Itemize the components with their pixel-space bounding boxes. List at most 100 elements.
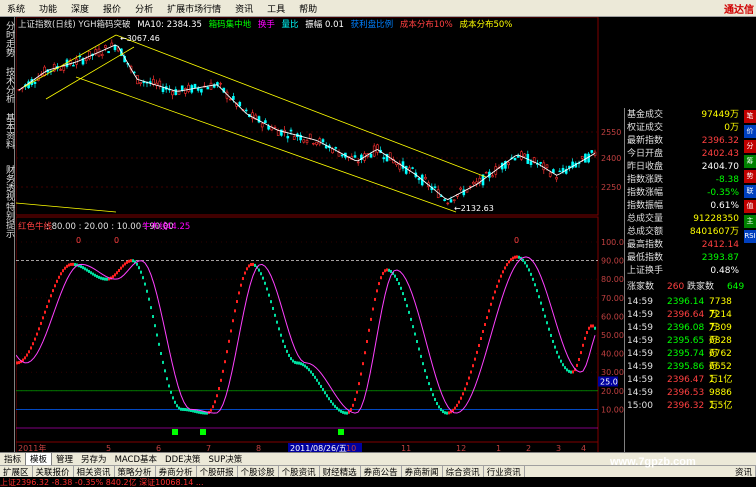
oscillator-bar xyxy=(564,366,566,370)
nav-tab-3[interactable]: 策略分析 xyxy=(115,465,156,478)
candle-body xyxy=(100,54,104,57)
watermark: www.7gpzb.com xyxy=(610,456,696,468)
indicator-axis-label: 30.00 xyxy=(601,368,624,377)
chart-area[interactable]: 2550 2400 2250 ←3067.46 ←2132.63 红色牛线: 80.00 … xyxy=(15,16,624,467)
oscillator-bar xyxy=(176,404,178,408)
legend-profit-ratio: 获利盘比例 xyxy=(350,20,394,30)
oscillator-bar xyxy=(490,302,492,306)
oscillator-bar xyxy=(302,363,304,367)
indicator-tab-3[interactable]: 另存为 xyxy=(77,453,111,465)
indicator-axis-label: 60.00 xyxy=(601,312,624,321)
oscillator-bar xyxy=(416,340,418,344)
oscillator-bar xyxy=(372,307,374,311)
menu-item-7[interactable]: 工具 xyxy=(260,2,292,15)
left-tab-2[interactable]: 基本资料 xyxy=(1,113,14,149)
indicator-tab-4[interactable]: MACD基本 xyxy=(111,453,161,465)
indicator-tab-2[interactable]: 管理 xyxy=(52,453,77,465)
side-badge-7[interactable]: 主 xyxy=(744,215,756,228)
legend-turnover: 换手 xyxy=(257,20,275,30)
oscillator-bar xyxy=(546,321,548,325)
nav-tab-7[interactable]: 个股资讯 xyxy=(279,465,320,478)
quote-label: 权证成交 xyxy=(627,123,664,133)
menu-item-5[interactable]: 扩展市场行情 xyxy=(160,2,228,15)
oscillator-bar xyxy=(248,264,250,268)
nav-tab-1[interactable]: 关联报价 xyxy=(33,465,74,478)
oscillator-bar xyxy=(146,289,148,293)
side-badge-6[interactable]: 值 xyxy=(744,200,756,213)
oscillator-bar xyxy=(398,282,400,286)
indicator-tab-1[interactable]: 模板 xyxy=(25,452,53,466)
menu-item-6[interactable]: 资讯 xyxy=(228,2,260,15)
side-badge-3[interactable]: 筹 xyxy=(744,155,756,168)
left-tab-1[interactable]: 技术分析 xyxy=(1,67,14,103)
tick-cell: 14:59 xyxy=(627,336,653,346)
menu-item-3[interactable]: 报价 xyxy=(96,2,128,15)
oscillator-bar xyxy=(506,263,508,267)
oscillator-bar xyxy=(514,255,516,259)
oscillator-bar xyxy=(88,269,90,273)
oscillator-bar xyxy=(152,314,154,318)
oscillator-bar xyxy=(482,329,484,333)
oscillator-bar xyxy=(178,406,180,410)
menu-item-0[interactable]: 系统 xyxy=(0,2,32,15)
nav-tab-12[interactable]: 行业资讯 xyxy=(484,465,525,478)
oscillator-bar xyxy=(48,299,50,303)
left-tab-0[interactable]: 分时走势 xyxy=(1,21,14,57)
oscillator-bar xyxy=(334,404,336,408)
oscillator-bar xyxy=(552,339,554,343)
oscillator-bar xyxy=(142,276,144,280)
menu-item-8[interactable]: 帮助 xyxy=(292,2,324,15)
tick-cell: 14:59 xyxy=(627,297,653,307)
oscillator-bar xyxy=(18,361,20,365)
oscillator-bar xyxy=(82,266,84,270)
nav-tab-9[interactable]: 券商公告 xyxy=(361,465,402,478)
menu-item-2[interactable]: 深度 xyxy=(64,2,96,15)
tick-cell: 2395.74 xyxy=(667,349,705,359)
oscillator-bar xyxy=(70,262,72,266)
left-tab-3[interactable]: 财务透视 xyxy=(1,165,14,201)
candle-body xyxy=(289,129,293,132)
oscillator-bar xyxy=(60,272,62,276)
nav-tab-4[interactable]: 券商分析 xyxy=(156,465,197,478)
nav-tab-10[interactable]: 券商新闻 xyxy=(402,465,443,478)
oscillator-bar xyxy=(30,346,32,350)
candle-body xyxy=(33,81,37,84)
oscillator-bar xyxy=(36,332,38,336)
oscillator-bar xyxy=(370,317,372,321)
right-info-tab[interactable]: 资讯 xyxy=(732,465,756,478)
oscillator-bar xyxy=(376,289,378,293)
quote-value: 0.61% xyxy=(710,201,739,211)
menu-item-1[interactable]: 功能 xyxy=(32,2,64,15)
side-badge-4[interactable]: 势 xyxy=(744,170,756,183)
indicator-tab-6[interactable]: SUP决策 xyxy=(205,453,247,465)
candle-body xyxy=(452,199,456,202)
right-badges: 笔价分筹势联值主 RSI xyxy=(744,110,756,245)
rise-fall-text: 涨家数 xyxy=(627,282,655,292)
oscillator-bar xyxy=(100,276,102,280)
oscillator-bar xyxy=(276,320,278,324)
channel-line xyxy=(23,34,117,88)
side-badge-5[interactable]: 联 xyxy=(744,185,756,198)
indicator-axis-label: 100.0 xyxy=(601,238,624,247)
oscillator-bar xyxy=(434,397,436,401)
kline-and-indicator-chart[interactable]: 255024002250←3067.46←2132.63红色牛线: 80.00 … xyxy=(15,16,624,467)
side-badge-1[interactable]: 价 xyxy=(744,125,756,138)
indicator-tab-5[interactable]: DDE决策 xyxy=(161,453,204,465)
indicator-tab-0[interactable]: 指标 xyxy=(0,453,25,465)
side-badge-2[interactable]: 分 xyxy=(744,140,756,153)
oscillator-bar xyxy=(212,405,214,409)
nav-tab-2[interactable]: 相关资讯 xyxy=(74,465,115,478)
nav-tab-8[interactable]: 财经精选 xyxy=(320,465,361,478)
oscillator-bar xyxy=(496,284,498,288)
nav-tab-11[interactable]: 综合资讯 xyxy=(443,465,484,478)
nav-tab-5[interactable]: 个股研报 xyxy=(197,465,238,478)
oscillator-bar xyxy=(468,376,470,380)
oscillator-bar xyxy=(120,266,122,270)
nav-tab-0[interactable]: 扩展区 xyxy=(0,465,33,478)
nav-tab-6[interactable]: 个股诊股 xyxy=(238,465,279,478)
side-badge-8[interactable]: RSI xyxy=(744,230,756,243)
menu-item-4[interactable]: 分析 xyxy=(128,2,160,15)
left-tab-4[interactable]: 特别提示 xyxy=(1,202,14,238)
side-badge-0[interactable]: 笔 xyxy=(744,110,756,123)
quote-value: 0万 xyxy=(724,123,739,133)
